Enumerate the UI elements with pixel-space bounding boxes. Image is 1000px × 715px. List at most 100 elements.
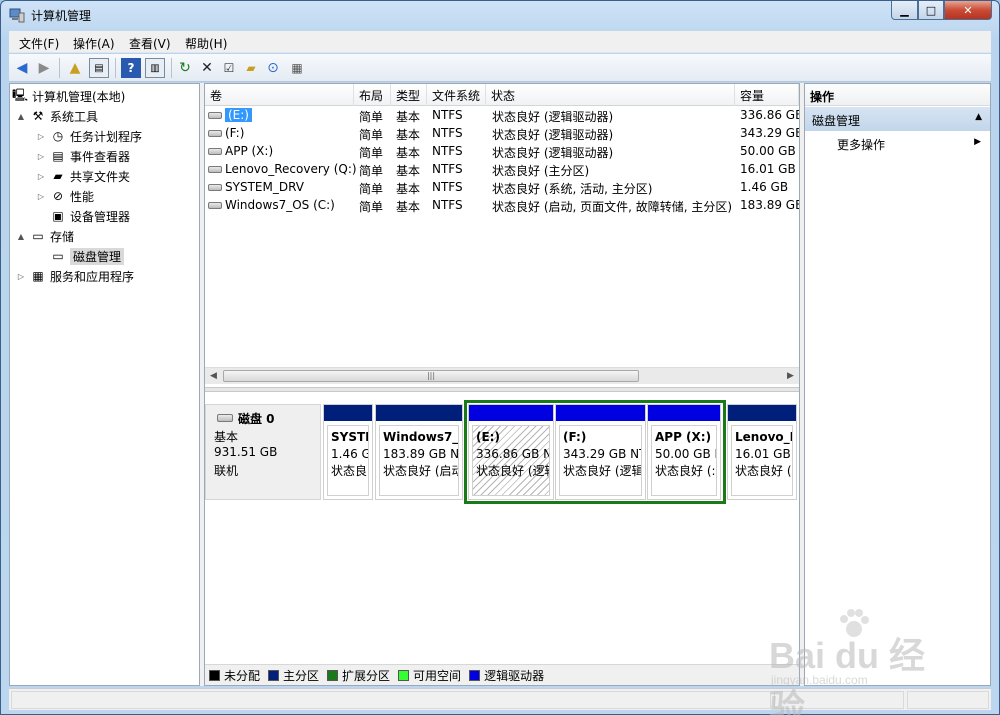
toolbar-separator — [59, 58, 60, 78]
legend-swatch — [469, 669, 481, 681]
help-icon[interactable]: ? — [121, 58, 141, 78]
column-header-capacity[interactable]: 容量 — [735, 84, 799, 106]
volume-layout: 简单 — [359, 164, 384, 178]
partition-lenovo-recovery[interactable]: Lenovo_F 16.01 GB 状态良好 ( — [727, 404, 797, 500]
expand-arrow-icon[interactable]: ▲ — [16, 232, 26, 241]
partition-system-drv[interactable]: SYSTE 1.46 G 状态良 — [323, 404, 373, 500]
column-header-status[interactable]: 状态 — [486, 84, 735, 106]
volume-name: (E:) — [225, 108, 252, 122]
expand-arrow-icon[interactable]: ▷ — [36, 192, 46, 201]
volume-row[interactable]: APP (X:) 简单 基本 NTFS 状态良好 (逻辑驱动器) 50.00 G… — [205, 143, 799, 161]
toolbar-separator — [171, 58, 172, 78]
expand-arrow-icon[interactable]: ▷ — [36, 132, 46, 141]
volume-name: Windows7_OS (C:) — [225, 198, 335, 212]
partition-f[interactable]: (F:) 343.29 GB NT 状态良好 (逻辑 — [555, 404, 646, 500]
show-hide-action-pane-icon[interactable]: ▥ — [145, 58, 165, 78]
volume-type: 基本 — [396, 110, 421, 124]
collapse-arrow-icon[interactable]: ▲ — [975, 112, 982, 122]
tree-item-task-scheduler[interactable]: ▷ ◷ 任务计划程序 — [36, 126, 142, 146]
tree-item-disk-management[interactable]: ▭ 磁盘管理 — [50, 246, 125, 266]
volume-type: 基本 — [396, 164, 421, 178]
tree-item-computer-management[interactable]: 🖳 计算机管理(本地) — [12, 86, 125, 106]
legend-label: 可用空间 — [413, 668, 462, 683]
properties-icon[interactable]: ☑ — [219, 58, 239, 78]
volume-row[interactable]: (F:) 简单 基本 NTFS 状态良好 (逻辑驱动器) 343.29 GB — [205, 125, 799, 143]
tree-item-device-manager[interactable]: ▣ 设备管理器 — [50, 206, 130, 226]
menu-bar: 文件(F) 操作(A) 查看(V) 帮助(H) — [9, 31, 991, 53]
maximize-button[interactable]: □ — [918, 1, 944, 20]
pane-splitter[interactable] — [205, 387, 799, 392]
partition-status: 状态良好 ( — [735, 464, 792, 478]
actions-section-disk-management[interactable]: 磁盘管理 ▲ — [805, 107, 990, 131]
expand-arrow-icon[interactable]: ▷ — [16, 272, 26, 281]
volume-capacity: 343.29 GB — [740, 126, 799, 140]
partition-name: Windows7_( — [383, 430, 459, 444]
shared-folder-icon: ▰ — [53, 169, 63, 183]
expand-arrow-icon[interactable]: ▷ — [36, 172, 46, 181]
tree-item-system-tools[interactable]: ▲ ⚒ 系统工具 — [16, 106, 98, 126]
legend-item: 未分配 — [209, 667, 260, 684]
tree-item-event-viewer[interactable]: ▷ ▤ 事件查看器 — [36, 146, 130, 166]
more-actions-link[interactable]: 更多操作 — [837, 136, 885, 153]
volume-row[interactable]: Lenovo_Recovery (Q:) 简单 基本 NTFS 状态良好 (主分… — [205, 161, 799, 179]
volume-row[interactable]: SYSTEM_DRV 简单 基本 NTFS 状态良好 (系统, 活动, 主分区)… — [205, 179, 799, 197]
volume-row[interactable]: Windows7_OS (C:) 简单 基本 NTFS 状态良好 (启动, 页面… — [205, 197, 799, 215]
partition-e[interactable]: (E:) 336.86 GB N 状态良好 (逻辑 — [468, 404, 554, 500]
column-header-filesystem[interactable]: 文件系统 — [427, 84, 486, 106]
up-folder-icon[interactable]: ▲ — [65, 58, 85, 78]
column-header-layout[interactable]: 布局 — [354, 84, 391, 106]
disk-info-box[interactable]: 磁盘 0 基本 931.51 GB 联机 — [205, 404, 321, 500]
delete-icon[interactable]: ✕ — [197, 58, 217, 78]
scrollbar-thumb[interactable]: ||| — [223, 370, 639, 382]
expand-arrow-icon[interactable]: ▲ — [16, 112, 26, 121]
drive-icon — [208, 112, 222, 119]
partition-windows7-os[interactable]: Windows7_( 183.89 GB N 状态良好 (启动 — [375, 404, 463, 500]
menu-help[interactable]: 帮助(H) — [185, 35, 227, 52]
partition-app-x[interactable]: APP (X:) 50.00 GB I 状态良好 (: — [647, 404, 721, 500]
partition-color-bar — [648, 405, 720, 421]
expand-arrow-icon[interactable]: ▷ — [36, 152, 46, 161]
column-header-type[interactable]: 类型 — [391, 84, 427, 106]
volume-layout: 简单 — [359, 200, 384, 214]
navigation-tree: 🖳 计算机管理(本地) ▲ ⚒ 系统工具 ▷ ◷ 任务计划程序 ▷ ▤ 事件查看… — [9, 83, 200, 686]
column-header-volume[interactable]: 卷 — [205, 84, 354, 106]
actions-pane: 操作 磁盘管理 ▲ 更多操作 ▶ — [804, 83, 991, 686]
tree-item-services-applications[interactable]: ▷ ▦ 服务和应用程序 — [16, 266, 134, 286]
volume-filesystem: NTFS — [432, 144, 463, 158]
volume-row[interactable]: (E:) 简单 基本 NTFS 状态良好 (逻辑驱动器) 336.86 GB — [205, 107, 799, 125]
window-title: 计算机管理 — [31, 9, 92, 23]
partition-name: (E:) — [476, 430, 500, 444]
forward-icon[interactable]: ▶ — [34, 58, 54, 78]
clock-icon: ◷ — [52, 129, 64, 143]
horizontal-scrollbar[interactable]: ◀ ||| ▶ — [205, 367, 799, 384]
partition-status: 状态良好 (: — [655, 464, 716, 478]
volume-status: 状态良好 (启动, 页面文件, 故障转储, 主分区) — [492, 200, 733, 214]
minimize-button[interactable]: ▁ — [891, 1, 918, 20]
tree-item-storage[interactable]: ▲ ▭ 存储 — [16, 226, 74, 246]
legend-item: 扩展分区 — [327, 667, 390, 684]
search-icon[interactable]: ⊙ — [263, 58, 283, 78]
disk-properties-icon[interactable]: ▦ — [287, 58, 307, 78]
scroll-left-icon[interactable]: ◀ — [210, 371, 217, 381]
legend-item: 主分区 — [268, 667, 319, 684]
refresh-icon[interactable]: ↻ — [175, 58, 195, 78]
volume-capacity: 183.89 GB — [740, 198, 799, 212]
volume-list-header: 卷 布局 类型 文件系统 状态 容量 — [205, 84, 799, 106]
open-folder-icon[interactable]: ▰ — [241, 58, 261, 78]
tree-item-performance[interactable]: ▷ ⊘ 性能 — [36, 186, 94, 206]
close-button[interactable]: ✕ — [944, 1, 992, 20]
menu-action[interactable]: 操作(A) — [73, 35, 115, 52]
submenu-arrow-icon[interactable]: ▶ — [974, 137, 981, 147]
partition-size: 336.86 GB N — [476, 447, 550, 461]
menu-file[interactable]: 文件(F) — [19, 35, 59, 52]
back-icon[interactable]: ◀ — [12, 58, 32, 78]
tree-item-label: 任务计划程序 — [70, 129, 143, 144]
partition-status: 状态良 — [331, 464, 368, 478]
scroll-right-icon[interactable]: ▶ — [787, 371, 794, 381]
show-hide-tree-icon[interactable]: ▤ — [89, 58, 109, 78]
tree-item-shared-folders[interactable]: ▷ ▰ 共享文件夹 — [36, 166, 130, 186]
partition-legend: 未分配 主分区 扩展分区 可用空间 逻辑驱动器 — [205, 664, 799, 685]
legend-item: 逻辑驱动器 — [469, 667, 544, 684]
menu-view[interactable]: 查看(V) — [129, 35, 171, 52]
volume-filesystem: NTFS — [432, 108, 463, 122]
